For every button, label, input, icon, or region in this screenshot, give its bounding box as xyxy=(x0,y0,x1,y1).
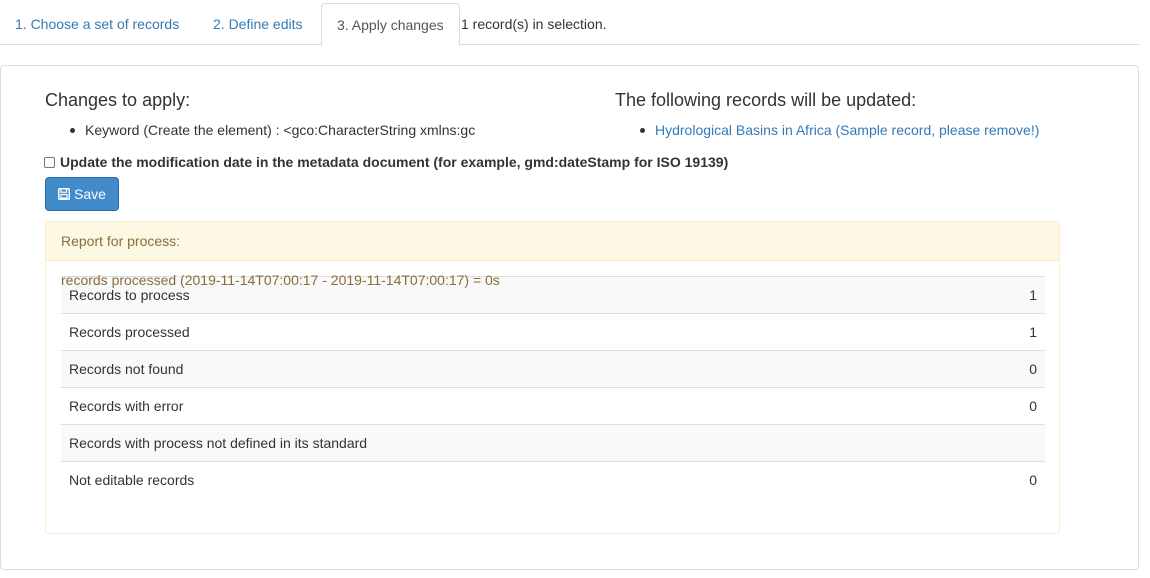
row-value: 1 xyxy=(1029,324,1037,340)
table-row: Records with error 0 xyxy=(61,387,1045,424)
row-label: Records with error xyxy=(69,398,184,414)
row-label: Records not found xyxy=(69,361,184,377)
row-value: 1 xyxy=(1029,287,1037,303)
changes-heading: Changes to apply: xyxy=(45,90,191,110)
row-label: Not editable records xyxy=(69,472,195,488)
update-date-option[interactable]: Update the modification date in the meta… xyxy=(44,153,728,171)
report-table: Records to process 1 Records processed 1… xyxy=(61,276,1045,498)
row-label: Records to process xyxy=(69,287,190,303)
report-panel: Report for process: records processed (2… xyxy=(45,221,1060,534)
floppy-disk-icon xyxy=(58,188,71,200)
report-heading: Report for process: xyxy=(46,222,1059,261)
tab-apply-changes[interactable]: 3. Apply changes xyxy=(321,3,460,46)
record-link[interactable]: Hydrological Basins in Africa (Sample re… xyxy=(655,122,1039,138)
update-date-checkbox[interactable] xyxy=(44,156,55,168)
row-label: Records with process not defined in its … xyxy=(69,435,368,451)
selection-count: 1 record(s) in selection. xyxy=(461,16,607,32)
table-row: Records processed 1 xyxy=(61,313,1045,350)
table-row: Records not found 0 xyxy=(61,350,1045,387)
report-summary: records processed (2019-11-14T07:00:17 -… xyxy=(61,272,500,288)
records-list: Hydrological Basins in Africa (Sample re… xyxy=(615,120,1039,140)
row-label: Records processed xyxy=(69,324,190,340)
change-item-text: Keyword (Create the element) : <gco:Char… xyxy=(85,122,476,138)
save-button[interactable]: Save xyxy=(45,177,119,211)
wizard-tabs: 1. Choose a set of records 2. Define edi… xyxy=(0,3,1139,46)
tab-choose-records[interactable]: 1. Choose a set of records xyxy=(0,3,194,45)
update-date-label: Update the modification date in the meta… xyxy=(60,154,729,170)
changes-list: Keyword (Create the element) : <gco:Char… xyxy=(45,120,475,140)
row-value: 0 xyxy=(1029,361,1037,377)
table-row: Records with process not defined in its … xyxy=(61,424,1045,461)
tab-define-edits[interactable]: 2. Define edits xyxy=(198,3,318,45)
table-row: Not editable records 0 xyxy=(61,461,1045,498)
list-item: Hydrological Basins in Africa (Sample re… xyxy=(615,120,1039,140)
list-item: Keyword (Create the element) : <gco:Char… xyxy=(45,120,475,140)
row-value: 0 xyxy=(1029,472,1037,488)
row-value: 0 xyxy=(1029,398,1037,414)
save-button-label: Save xyxy=(74,186,106,202)
records-heading: The following records will be updated: xyxy=(615,90,917,110)
